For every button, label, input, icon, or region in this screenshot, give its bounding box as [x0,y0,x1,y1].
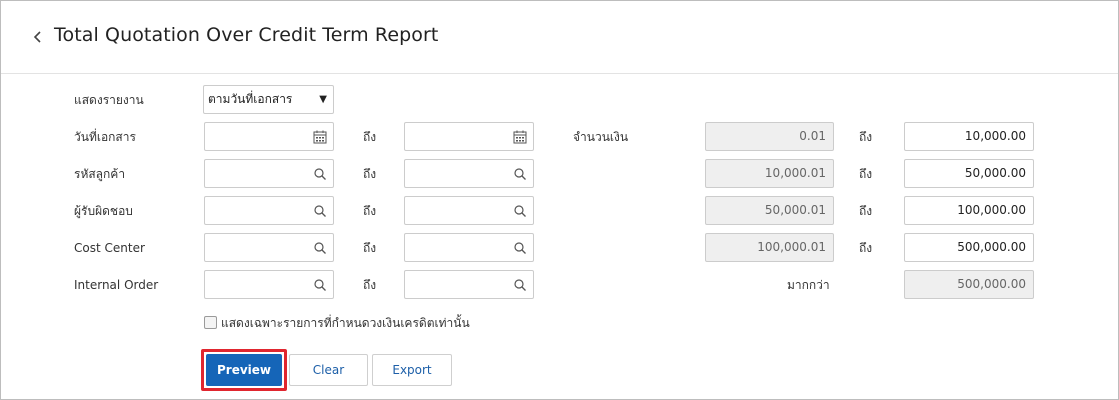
page-header: Total Quotation Over Credit Term Report [1,1,1118,74]
report-type-label: แสดงรายงาน [74,93,144,107]
search-icon[interactable] [512,203,528,219]
document-date-from-field[interactable] [204,122,334,151]
chevron-left-icon[interactable] [31,27,45,47]
amount-from-field: 50,000.01 [705,196,834,225]
to-label: ถึง [859,167,873,181]
search-icon[interactable] [312,166,328,182]
more-than-label: มากกว่า [787,278,830,292]
to-label: ถึง [363,167,377,181]
row-label-cost-center: Cost Center [74,241,145,255]
report-panel: Total Quotation Over Credit Term Report … [0,0,1119,400]
search-icon[interactable] [512,166,528,182]
to-label: ถึง [859,241,873,255]
amount-to-field[interactable]: 10,000.00 [904,122,1034,151]
clear-button[interactable]: Clear [289,354,368,386]
to-label: ถึง [363,204,377,218]
to-label: ถึง [363,278,377,292]
calendar-icon[interactable] [512,129,528,145]
search-icon[interactable] [312,240,328,256]
customer-code-from-field[interactable] [204,159,334,188]
to-label: ถึง [859,204,873,218]
row-label-internal-order: Internal Order [74,278,159,292]
internal-order-from-field[interactable] [204,270,334,299]
to-label: ถึง [859,130,873,144]
customer-code-to-field[interactable] [404,159,534,188]
page-title: Total Quotation Over Credit Term Report [54,24,439,46]
amount-to-field[interactable]: 50,000.00 [904,159,1034,188]
to-label: ถึง [363,241,377,255]
responsible-to-field[interactable] [404,196,534,225]
amount-from-field: 10,000.01 [705,159,834,188]
amount-to-field[interactable]: 100,000.00 [904,196,1034,225]
credit-limit-only-label: แสดงเฉพาะรายการที่กำหนดวงเงินเครดิตเท่าน… [221,316,470,330]
row-label-document-date: วันที่เอกสาร [74,130,136,144]
search-icon[interactable] [512,277,528,293]
amount-from-field: 100,000.01 [705,233,834,262]
caret-down-icon: ▼ [319,94,327,105]
internal-order-to-field[interactable] [404,270,534,299]
amount-from-field: 0.01 [705,122,834,151]
row-label-responsible: ผู้รับผิดชอบ [74,204,133,218]
report-type-select[interactable]: ตามวันที่เอกสาร ▼ [203,85,334,114]
amount-to-field[interactable]: 500,000.00 [904,233,1034,262]
search-icon[interactable] [512,240,528,256]
export-button[interactable]: Export [372,354,452,386]
row-label-customer-code: รหัสลูกค้า [74,167,126,181]
more-than-field: 500,000.00 [904,270,1034,299]
search-icon[interactable] [312,203,328,219]
calendar-icon[interactable] [312,129,328,145]
responsible-from-field[interactable] [204,196,334,225]
credit-limit-only-checkbox[interactable] [204,316,217,329]
cost-center-from-field[interactable] [204,233,334,262]
search-icon[interactable] [312,277,328,293]
document-date-to-field[interactable] [404,122,534,151]
cost-center-to-field[interactable] [404,233,534,262]
to-label: ถึง [363,130,377,144]
preview-button[interactable]: Preview [206,354,282,386]
report-type-value: ตามวันที่เอกสาร [208,92,293,106]
amount-label: จำนวนเงิน [573,130,629,144]
